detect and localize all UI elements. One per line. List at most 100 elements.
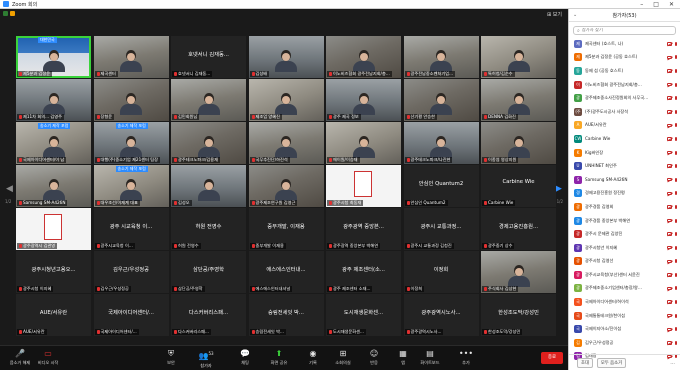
prev-page-arrow-icon[interactable]: ◀ [6,184,13,194]
video-tile[interactable]: 김우근/우성정공 김우근/우성정공 [93,251,169,293]
video-tile[interactable]: DENNA 김화진 [481,79,556,121]
video-tile[interactable]: 광주시 교통과정... 광주시 교통과정 김청진 [403,208,479,250]
video-tile[interactable]: 광주전남중소벤처기업... [403,36,479,78]
video-off-icon [666,300,672,304]
info-icon[interactable] [10,11,15,16]
participant-row[interactable]: 동 동제 섭 (공동 호스트) [569,64,680,78]
participant-row[interactable]: 광 광주시청년 이지혜 [569,241,680,255]
participant-row[interactable]: 국 국제이지아소/진이섭 [569,322,680,336]
video-tile[interactable]: 삼단공/주영학 삼단공/주영학 [171,251,246,293]
video-tile[interactable]: 장형윤 [93,79,169,121]
close-icon[interactable]: ✕ [669,1,674,8]
video-tile[interactable]: 김성배 [248,36,324,78]
video-tile[interactable]: 안심인 Quantum2 안심인 Quantum2 [403,165,479,207]
participant-row[interactable]: 광 광주시 문제관 김양진 [569,227,680,241]
participant-row[interactable]: 제 제곡센터 (호스트, 나) [569,37,680,51]
video-tile[interactable]: 송소기 제작 포럼 대행(주)중소기업 제21센터 팀장 [93,122,169,164]
more-button[interactable]: ••• 추가 [448,349,484,369]
video-tile[interactable]: 김성오 [171,165,246,207]
video-tile[interactable]: 광주제조연구원 김영근 [248,165,324,207]
video-off-icon [666,164,672,168]
participant-row[interactable]: CW Carbine Wie [569,132,680,146]
video-tile[interactable]: 광주시청년고용오... 광주시청 이지혜 [16,251,91,293]
participant-search[interactable]: ⌕ [573,26,676,35]
meeting-toolbar: 🎤 음소거 해제 ▭ 비디오 시작 ⛨ 보안 👥53 참가자 💬 채팅 ⬆ 화면 공유 ◉ 기… [0,345,568,370]
participant-row[interactable]: K Kig바인장 [569,146,680,160]
video-tile[interactable]: 주식회사 김상현 [481,251,556,293]
participant-row[interactable]: 광 광주경품 중앙본부 박해연 [569,214,680,228]
video-tile[interactable]: 에이원/이승재 [326,122,401,164]
security-button[interactable]: ⛨ 보안 [153,349,189,369]
start-video-button[interactable]: ▭ 비디오 시작 [30,349,66,369]
video-tile[interactable]: 광주광역시 김관영 [16,208,91,250]
view-button[interactable]: ⊞ 보기 [547,11,562,18]
participant-row[interactable]: A AUE/서유란 [569,119,680,133]
participant-row[interactable]: 국 국제통통테크원/천이섭 [569,309,680,323]
participant-name: 경제고용진흥원 정진평 [585,190,625,196]
microphone-muted-icon [329,72,332,76]
participant-row[interactable]: 제 제5분과 김정윤 (공동 호스트) [569,51,680,65]
video-tile[interactable]: 이정희 이정희 [403,251,479,293]
participant-row[interactable]: 국 국제아이디어센터/허이석 [569,295,680,309]
participant-row[interactable]: 광 광주제조중소사진정원회의 사무국... [569,91,680,105]
participant-row[interactable]: U UNHINET 최인주 [569,159,680,173]
video-tile[interactable]: 산기평 안승한 [403,79,479,121]
video-tile[interactable]: 송소기 제작 포럼 국제아이디어센터/이 남 [16,122,91,164]
video-tile[interactable]: 국제아이디어센터/... 국제아이디어센터/... [93,294,169,336]
video-tile[interactable]: 다스커버리스패... 다스커버리스패... [171,294,246,336]
chat-button[interactable]: 💬 채팅 [227,349,263,369]
invite-button[interactable]: 초대 [577,357,593,368]
participant-row[interactable]: 광 광주시교육청(부산)센터 서윤진 [569,268,680,282]
shield-icon: ⛨ [168,349,174,358]
minimize-icon[interactable]: – [640,1,643,8]
video-tile[interactable]: 한성조도막/강성민 한성조도막/강성민 [481,294,556,336]
video-tile[interactable]: 호넷서니 김재동... 호넷서니 김재동... [171,36,246,78]
video-tile[interactable]: 광주테크노파크/김용재 [171,122,246,164]
video-tile[interactable]: 제조업 양혜진 [248,79,324,121]
video-tile[interactable]: 제곡센터 [93,36,169,78]
video-tile[interactable]: 특허청/김순수 [481,36,556,78]
participants-button[interactable]: 👥53 참가자 [188,349,224,369]
video-tile[interactable]: 광주광역 중앙본... 광주광역 중앙본부 박해연 [326,208,401,250]
maximize-icon[interactable]: □ [653,1,659,8]
participant-row[interactable]: 경 경제고용진흥원 정진평 [569,187,680,201]
chevron-down-icon[interactable]: ⌄ [573,12,577,18]
share-screen-button[interactable]: ⬆ 화면 공유 [261,349,297,369]
video-tile[interactable]: 김민회원님 [171,79,246,121]
participant-row[interactable]: S Samsung SM-A426N [569,173,680,187]
whiteboard-button[interactable]: ▤ 화이트보드 [412,349,448,369]
microphone-muted-icon [484,115,487,119]
participant-row[interactable]: 이 이노비즈협회 광주전남지회/총... [569,78,680,92]
video-tile[interactable]: 제11차 회의... 김영주 [16,79,91,121]
video-tile[interactable]: 허원 전영수 허원 전영수 [171,208,246,250]
video-tile[interactable]: 중부개발, 이재용 중부개발 이재용 [248,208,324,250]
mute-all-button[interactable]: 모두 음소거 [596,357,627,368]
video-tile[interactable]: 경제고용진흥원... 광주중기 상수 [481,208,556,250]
video-tile[interactable]: AUE/서유란 AUE/서유란 [16,294,91,336]
video-tile[interactable]: Carbine Wie Carbine Wie [481,165,556,207]
more-options-button[interactable]: ... [670,360,675,366]
participant-row[interactable]: 광 광주경품 김영회 [569,200,680,214]
participant-search-input[interactable] [581,28,672,33]
video-tile[interactable]: 광주테크노파크/나진현 [403,122,479,164]
video-tile[interactable]: 국무추진단/하진석 [248,122,324,164]
end-meeting-button[interactable]: 종료 [541,352,563,364]
video-tile[interactable]: Samsung SM-A426N [16,165,91,207]
shield-icon[interactable] [3,11,8,16]
video-tile[interactable]: 이노비즈협회 광주전남지회/총... [326,36,401,78]
video-tile[interactable]: 광주 시교육청 이... 광주시교육청 이... [93,208,169,250]
participant-row[interactable]: 광 광주제조중소기업센터/총장/왕... [569,282,680,296]
video-tile[interactable]: 에스에스인터내... 에스에스인터내셔널 [248,251,324,293]
participant-row[interactable]: (주 (주)광주도시공사 사장석 [569,105,680,119]
video-tile[interactable]: 도시재생문화센... 도시재생문화센... [326,294,401,336]
participant-row[interactable]: 김 김우근/우성정공 [569,336,680,350]
video-tile[interactable]: 광주시청 최동재 [326,165,401,207]
video-tile[interactable]: 광주광역시노사... 광주광역시노사... [403,294,479,336]
video-tile[interactable]: 광주 제조센터(소... 광주 제조센터 소재... [326,251,401,293]
video-tile[interactable]: 승림전세잇 박... 승림전세잇 박... [248,294,324,336]
video-tile[interactable]: 이종엽 영상지원 [481,122,556,164]
video-tile[interactable]: 광주 제곡 정보 [326,79,401,121]
video-tile[interactable]: 송소기 제작 포럼 대우조선/이재계 대표 [93,165,169,207]
video-tile[interactable]: 대한민국 제5분과 김정윤 [16,36,91,78]
participant-row[interactable]: 광 광주시청 김영선 [569,255,680,269]
